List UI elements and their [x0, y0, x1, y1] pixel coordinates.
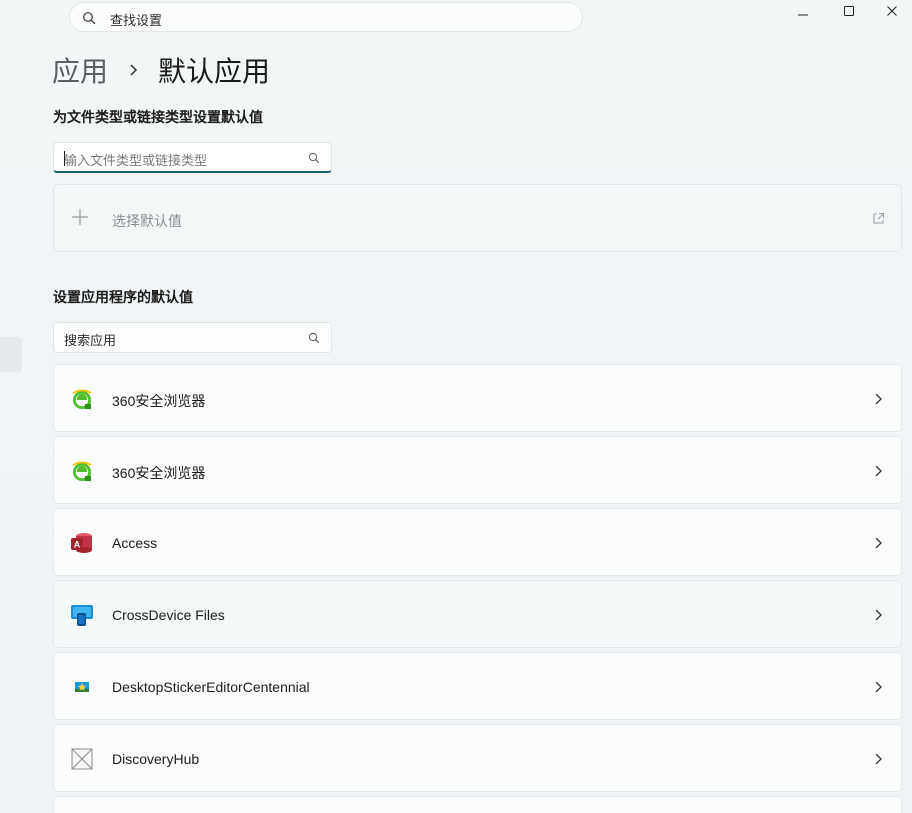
page-title: 默认应用	[158, 56, 271, 87]
360-browser-icon	[72, 461, 92, 481]
access-icon: A	[71, 533, 92, 553]
app-row-crossdevice-files[interactable]: CrossDevice Files	[53, 580, 902, 648]
sticker-editor-icon	[75, 682, 89, 692]
choose-default-card[interactable]: 选择默认值	[53, 184, 902, 252]
maximize-button[interactable]	[826, 0, 872, 22]
search-icon	[83, 12, 96, 25]
app-name: Access	[112, 535, 158, 551]
chevron-right-icon	[875, 681, 882, 693]
file-type-section-title: 为文件类型或链接类型设置默认值	[53, 109, 263, 125]
app-row-access[interactable]: A Access	[53, 508, 902, 576]
breadcrumb-apps-link[interactable]: 应用	[52, 50, 108, 90]
window-controls	[780, 0, 912, 22]
app-name: 360安全浏览器	[112, 393, 206, 409]
placeholder-app-icon	[71, 748, 93, 770]
maximize-icon	[844, 6, 854, 16]
minimize-icon	[798, 14, 808, 16]
close-button[interactable]	[872, 0, 912, 22]
app-row-discoveryhub[interactable]: DiscoveryHub	[53, 724, 902, 792]
app-name: CrossDevice Files	[112, 607, 225, 623]
app-search-value: 搜索应用	[64, 333, 117, 348]
chevron-right-icon	[875, 537, 882, 549]
nav-pane-edge	[0, 337, 22, 372]
file-type-input[interactable]: 输入文件类型或链接类型	[53, 142, 332, 173]
close-icon	[887, 6, 897, 16]
settings-search-placeholder: 查找设置	[110, 13, 163, 28]
search-icon	[308, 332, 320, 344]
chevron-right-icon	[875, 753, 882, 765]
app-row-360-browser[interactable]: 360安全浏览器	[53, 364, 902, 432]
360-browser-icon	[72, 389, 92, 409]
file-type-input-placeholder: 输入文件类型或链接类型	[64, 153, 208, 168]
search-icon	[308, 152, 320, 164]
minimize-button[interactable]	[780, 0, 826, 22]
crossdevice-icon	[71, 605, 93, 626]
app-name: DiscoveryHub	[112, 751, 200, 767]
app-defaults-section-title: 设置应用程序的默认值	[53, 289, 193, 305]
svg-text:A: A	[74, 540, 81, 550]
settings-search-box[interactable]: 查找设置	[69, 2, 583, 32]
chevron-right-icon	[875, 465, 882, 477]
app-row-desktop-sticker-editor[interactable]: DesktopStickerEditorCentennial	[53, 652, 902, 720]
app-name: 360安全浏览器	[112, 465, 206, 481]
breadcrumb: 应用 默认应用	[52, 50, 270, 90]
choose-default-label: 选择默认值	[112, 213, 182, 229]
chevron-right-icon	[875, 393, 882, 405]
app-row-360-browser-2[interactable]: 360安全浏览器	[53, 436, 902, 504]
chevron-right-icon	[875, 609, 882, 621]
app-name: DesktopStickerEditorCentennial	[112, 679, 310, 695]
plus-icon	[72, 209, 88, 225]
app-list: 360安全浏览器 360安全浏览器 A Access CrossDevice F…	[53, 364, 902, 813]
app-row-partial[interactable]	[53, 796, 902, 813]
chevron-right-icon	[130, 64, 138, 76]
open-external-icon	[873, 213, 884, 224]
app-search-input[interactable]: 搜索应用	[53, 322, 332, 353]
